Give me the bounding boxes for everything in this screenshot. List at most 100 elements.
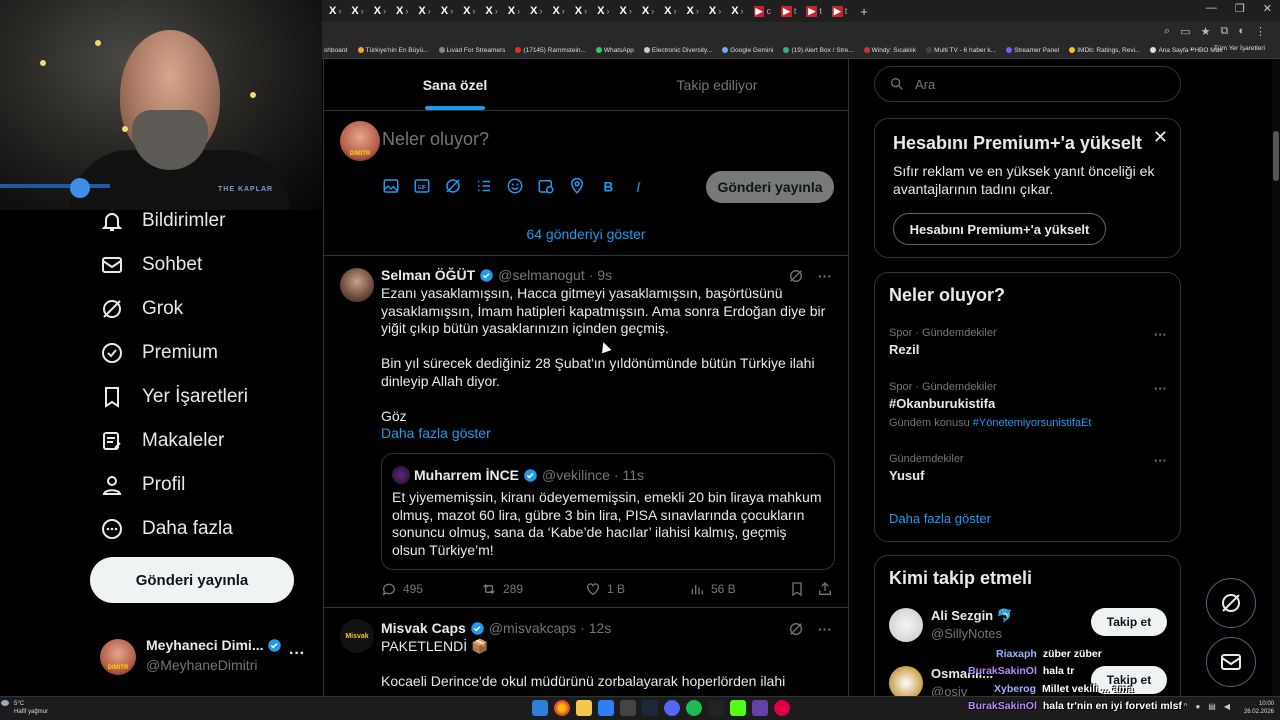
browser-tab[interactable]: X ›: [684, 3, 702, 19]
bookmark-item[interactable]: Google Gemini: [722, 47, 773, 54]
browser-tab[interactable]: X ›: [371, 3, 389, 19]
browser-tab[interactable]: X ›: [393, 3, 411, 19]
tweet-author-name[interactable]: Misvak Caps: [381, 620, 466, 636]
account-switcher[interactable]: DIMITR Meyhaneci Dimi... @MeyhaneDimitri…: [100, 635, 315, 679]
network-icon[interactable]: ▤: [1208, 702, 1216, 711]
browser-tab[interactable]: X ›: [572, 3, 590, 19]
trends-show-more-link[interactable]: Daha fazla göster: [889, 511, 991, 526]
bookmark-item[interactable]: Electronic Diversity...: [643, 47, 712, 54]
tweet[interactable]: Misvak Misvak Caps @misvakcaps · 12s ···…: [324, 609, 848, 696]
grok-fab-button[interactable]: [1206, 578, 1256, 628]
browser-tab[interactable]: X ›: [706, 3, 724, 19]
trend-item[interactable]: Spor · Gündemdekiler #Okanburukistifa Gü…: [889, 381, 1167, 429]
nav-item-sohbet[interactable]: Sohbet: [100, 250, 202, 280]
browser-tab[interactable]: X ›: [616, 3, 634, 19]
follow-suggestion[interactable]: Ali Sezgin 🐬 @SillyNotes Takip et: [889, 604, 1167, 648]
star-icon[interactable]: ★: [1201, 25, 1211, 38]
nav-item-profil[interactable]: Profil: [100, 470, 185, 500]
bookmark-item[interactable]: Multi TV - 6 haber k...: [926, 47, 996, 54]
nav-item-premium[interactable]: Premium: [100, 338, 218, 368]
bookmark-item[interactable]: Türkiye'nin En Büyü...: [357, 47, 429, 54]
bookmarks-folder[interactable]: Tüm Yer İşaretleri: [1214, 45, 1272, 52]
trend-item[interactable]: Spor · Gündemdekiler Rezil ···: [889, 327, 1167, 357]
like-button[interactable]: 1 B: [585, 581, 689, 597]
bookmark-item[interactable]: Ana Sayfa • HBO Max: [1150, 47, 1223, 54]
italic-icon[interactable]: I: [630, 177, 648, 195]
cast-icon[interactable]: ▭: [1180, 25, 1190, 38]
close-icon[interactable]: ✕: [1153, 127, 1168, 148]
grok-icon[interactable]: [788, 268, 804, 284]
browser-tab[interactable]: X ›: [326, 3, 344, 19]
browser-tab[interactable]: X ›: [482, 3, 500, 19]
steam-icon[interactable]: [642, 700, 658, 716]
mic-icon[interactable]: ●: [1195, 702, 1200, 711]
search-input[interactable]: Ara: [874, 66, 1181, 102]
clock[interactable]: 10:00 26.02.2026: [1244, 700, 1274, 716]
tweet[interactable]: Selman ÖĞÜT @selmanogut · 9s ··· Ezanı y…: [324, 256, 848, 608]
bookmark-item[interactable]: WhatsApp: [595, 47, 634, 54]
bookmark-item[interactable]: Livad For Streamers: [438, 47, 505, 54]
app-icon[interactable]: [620, 700, 636, 716]
tweet-author-handle[interactable]: @misvakcaps: [489, 620, 576, 636]
nav-item-yer-isaretleri[interactable]: Yer İşaretleri: [100, 382, 248, 412]
nav-item-grok[interactable]: Grok: [100, 294, 183, 324]
trend-item[interactable]: Gündemdekiler Yusuf ···: [889, 453, 1167, 483]
volume-icon[interactable]: ◀: [1224, 702, 1230, 711]
tweet-time[interactable]: · 9s: [589, 267, 612, 283]
reply-button[interactable]: 495: [381, 581, 481, 597]
schedule-icon[interactable]: [537, 177, 555, 195]
browser-tab[interactable]: X ›: [639, 3, 657, 19]
browser-tab[interactable]: X ›: [594, 3, 612, 19]
browser-tab[interactable]: X ›: [438, 3, 456, 19]
menu-icon[interactable]: ⋮: [1255, 25, 1266, 38]
bookmark-item[interactable]: Streamer Panel: [1006, 47, 1059, 54]
tweet-author-handle[interactable]: @selmanogut: [498, 267, 585, 283]
kick-icon[interactable]: [730, 700, 746, 716]
spotify-icon[interactable]: [686, 700, 702, 716]
compose-input[interactable]: Neler oluyor?: [382, 129, 489, 150]
browser-tab[interactable]: X ›: [415, 3, 433, 19]
discord-icon[interactable]: [664, 700, 680, 716]
browser-tab[interactable]: ▶ t: [829, 3, 850, 19]
trend-more-icon[interactable]: ···: [1154, 327, 1167, 342]
nav-item-makaleler[interactable]: Makaleler: [100, 426, 224, 456]
maximize-icon[interactable]: ❐: [1235, 2, 1245, 15]
tweet-more-icon[interactable]: ···: [818, 621, 832, 637]
emoji-icon[interactable]: [506, 177, 524, 195]
quoted-tweet[interactable]: Muharrem İNCE @vekilince · 11s Et yiyeme…: [381, 453, 835, 570]
trend-more-icon[interactable]: ···: [1154, 453, 1167, 468]
app-icon[interactable]: [598, 700, 614, 716]
browser-tab[interactable]: X ›: [505, 3, 523, 19]
bookmarks-more[interactable]: »: [1190, 44, 1194, 53]
bookmark-item[interactable]: Windy: Sıcaklık: [863, 47, 916, 54]
app-icon[interactable]: [708, 700, 724, 716]
tab-sana-ozel[interactable]: Sana özel: [324, 59, 586, 110]
account-more-icon[interactable]: ···: [289, 645, 305, 663]
browser-tab[interactable]: X ›: [549, 3, 567, 19]
close-window-icon[interactable]: ✕: [1263, 2, 1272, 15]
trend-more-icon[interactable]: ···: [1154, 381, 1167, 396]
grok-icon[interactable]: [444, 177, 462, 195]
tweet-show-more-link[interactable]: Daha fazla göster: [381, 425, 491, 441]
nav-item-daha-fazla[interactable]: Daha fazla: [100, 514, 233, 544]
browser-tab[interactable]: X ›: [527, 3, 545, 19]
bookmark-item[interactable]: (17145) Rammstein...: [515, 47, 586, 54]
poll-icon[interactable]: [475, 177, 493, 195]
new-tab-button[interactable]: +: [860, 4, 868, 19]
browser-tab[interactable]: X ›: [728, 3, 746, 19]
app-icon[interactable]: [774, 700, 790, 716]
follow-button[interactable]: Takip et: [1091, 608, 1167, 636]
page-scrollbar[interactable]: [1272, 59, 1280, 696]
bookmark-item[interactable]: (19) Alert Box / Stre...: [783, 47, 854, 54]
nav-item-bildirimler[interactable]: Bildirimler: [100, 206, 225, 236]
image-icon[interactable]: [382, 177, 400, 195]
weather-widget[interactable]: 5°C Hafif yağmur: [14, 700, 48, 716]
views-button[interactable]: 56 B: [689, 581, 789, 597]
trend-sub-tag[interactable]: #YönetemiyorsunistifaEt: [973, 417, 1092, 429]
location-icon[interactable]: [568, 177, 586, 195]
browser-tab[interactable]: X ›: [460, 3, 478, 19]
file-explorer-icon[interactable]: [576, 700, 592, 716]
bookmark-button[interactable]: [789, 581, 817, 597]
grok-icon[interactable]: [788, 621, 804, 637]
obs-icon[interactable]: [752, 700, 768, 716]
